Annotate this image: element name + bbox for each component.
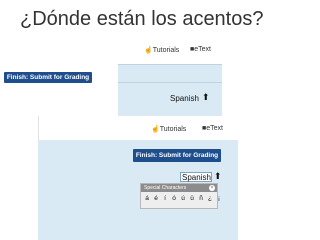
divider: [118, 82, 222, 83]
character-list: á é í ó ú ü ñ ¿ ¡: [144, 195, 222, 202]
slide-title: ¿Dónde están los acentos?: [20, 8, 264, 30]
char-button[interactable]: í: [162, 195, 168, 202]
char-button[interactable]: ¿: [207, 195, 213, 202]
arrow-up-icon[interactable]: ⬆: [202, 92, 210, 103]
hand-pointer-icon: ☝: [151, 126, 160, 133]
char-button[interactable]: ñ: [198, 195, 204, 202]
char-button[interactable]: á: [144, 195, 150, 202]
char-button[interactable]: ú: [180, 195, 186, 202]
toolbar-band: [118, 64, 222, 116]
hand-pointer-icon: ☝: [144, 47, 153, 54]
special-characters-panel: Special Characters × á é í ó ú ü ñ ¿ ¡: [140, 183, 220, 209]
tutorials-link[interactable]: ☝Tutorials: [144, 46, 179, 54]
etext-link[interactable]: ■eText: [202, 125, 223, 132]
submit-for-grading-button[interactable]: Finish: Submit for Grading: [4, 72, 92, 83]
etext-link[interactable]: ■eText: [190, 46, 211, 53]
char-button[interactable]: ¡: [216, 195, 222, 202]
language-selector[interactable]: Spanish: [180, 172, 212, 182]
divider: [118, 64, 222, 65]
tutorials-link[interactable]: ☝Tutorials: [151, 125, 186, 133]
char-button[interactable]: ó: [171, 195, 177, 202]
char-button[interactable]: é: [153, 195, 159, 202]
submit-for-grading-button[interactable]: Finish: Submit for Grading: [133, 149, 221, 162]
char-button[interactable]: ü: [189, 195, 195, 202]
language-label[interactable]: Spanish: [170, 94, 199, 103]
special-characters-title: Special Characters: [141, 184, 217, 192]
close-icon[interactable]: ×: [209, 185, 215, 191]
arrow-up-icon[interactable]: ⬆: [214, 171, 222, 182]
